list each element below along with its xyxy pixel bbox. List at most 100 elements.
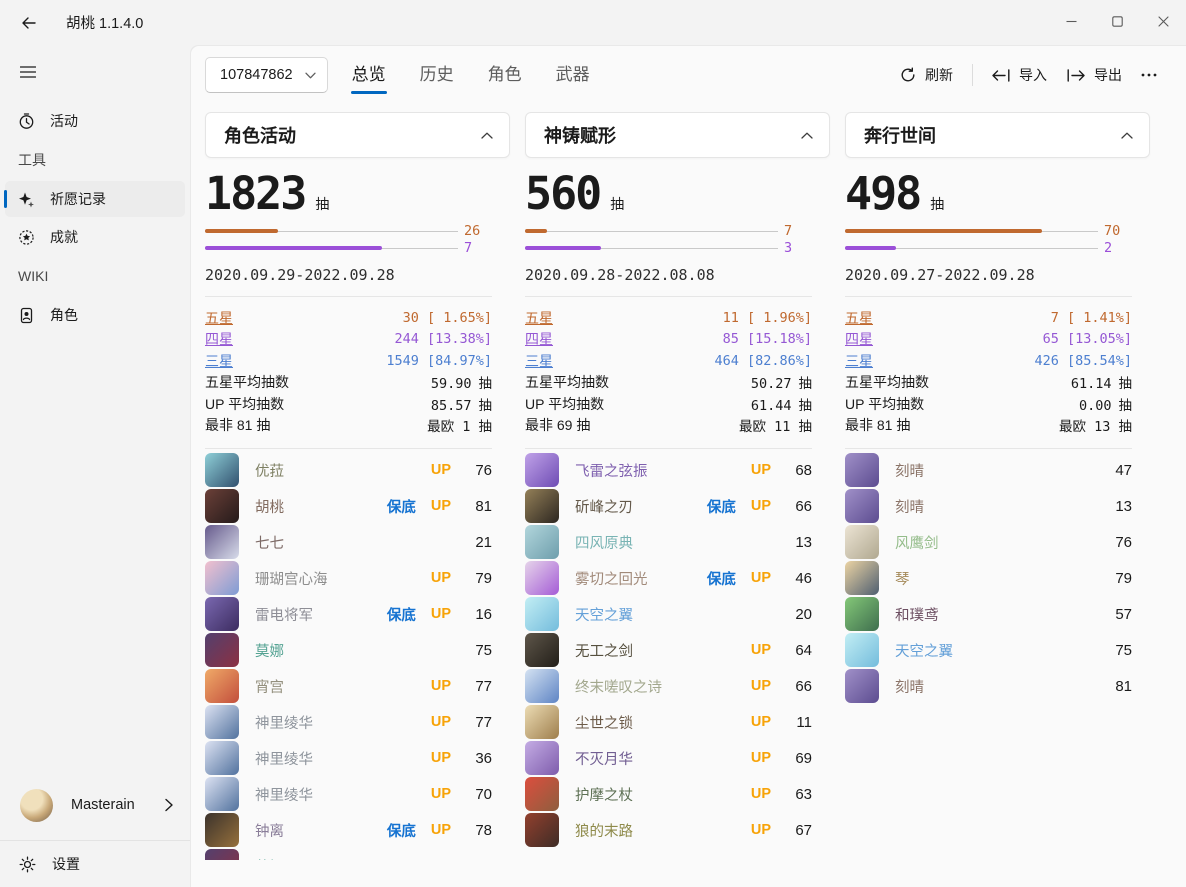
stat-label[interactable]: 三星 bbox=[525, 351, 553, 371]
sidebar-item-character[interactable]: 角色 bbox=[5, 297, 185, 333]
refresh-icon bbox=[900, 67, 916, 83]
stat-label[interactable]: 五星 bbox=[525, 308, 553, 328]
item-pity-value: 36 bbox=[465, 750, 492, 767]
pull-row: 胡桃 保底 UP 81 bbox=[205, 488, 492, 524]
gauge-value: 3 bbox=[784, 240, 812, 257]
item-name: 优菈 bbox=[255, 460, 284, 481]
ellipsis-icon bbox=[1141, 73, 1157, 77]
pull-row: 护摩之杖 UP 63 bbox=[525, 776, 812, 812]
stat-unit: 抽 bbox=[479, 372, 493, 392]
total-pulls-value: 560 bbox=[525, 167, 600, 220]
tab-characters[interactable]: 角色 bbox=[486, 52, 524, 99]
stat-label[interactable]: 三星 bbox=[845, 351, 873, 371]
import-button[interactable]: 导入 bbox=[982, 58, 1057, 92]
maximize-icon bbox=[1112, 16, 1123, 27]
item-avatar bbox=[205, 813, 239, 847]
up-badge: UP bbox=[431, 714, 451, 730]
item-pity-value: 75 bbox=[1105, 642, 1132, 659]
banner-expander-header[interactable]: 奔行世间 bbox=[845, 112, 1150, 158]
up-badge: UP bbox=[751, 750, 771, 766]
banner-body: 1823 抽 26 7 2020.09.29-2022.09.28 五星 30 … bbox=[205, 167, 510, 860]
item-avatar bbox=[205, 525, 239, 559]
stat-label[interactable]: 四星 bbox=[525, 329, 553, 349]
tab-overview[interactable]: 总览 bbox=[350, 52, 388, 99]
stat-label[interactable]: 四星 bbox=[205, 329, 233, 349]
banner-expander-header[interactable]: 神铸赋形 bbox=[525, 112, 830, 158]
stats-list: 五星 11 [ 1.96%] 四星 85 [15.18%] 三星 464 [82… bbox=[525, 297, 812, 448]
uid-select[interactable]: 107847862 bbox=[205, 57, 328, 93]
stat-row: UP 平均抽数 0.00 抽 bbox=[845, 393, 1132, 415]
stat-value: 244 [13.38%] bbox=[394, 331, 492, 347]
minimize-button[interactable] bbox=[1048, 0, 1094, 42]
tab-weapons[interactable]: 武器 bbox=[554, 52, 592, 99]
stat-label: UP 平均抽数 bbox=[525, 394, 604, 414]
item-avatar bbox=[845, 453, 879, 487]
gauge-value: 7 bbox=[464, 240, 492, 257]
item-pity-value: 68 bbox=[785, 462, 812, 479]
maximize-button[interactable] bbox=[1094, 0, 1140, 42]
stat-label: 五星平均抽数 bbox=[205, 372, 289, 392]
total-pulls-value: 498 bbox=[845, 167, 920, 220]
stat-row: 五星平均抽数 50.27 抽 bbox=[525, 372, 812, 394]
item-pity-value: 79 bbox=[465, 570, 492, 587]
item-name: 刻晴 bbox=[895, 496, 924, 517]
sidebar-item-activity[interactable]: 活动 bbox=[5, 103, 185, 139]
pull-row: 雾切之回光 保底 UP 46 bbox=[525, 560, 812, 596]
user-account-button[interactable]: Masterain bbox=[0, 770, 190, 840]
hamburger-button[interactable] bbox=[9, 55, 47, 89]
stat-value: 1549 [84.97%] bbox=[386, 353, 492, 369]
stat-label[interactable]: 三星 bbox=[205, 351, 233, 371]
banner-column: 神铸赋形 560 抽 7 3 2020.09.28-2022.08.08 五星 … bbox=[525, 112, 830, 860]
item-name: 神里绫华 bbox=[255, 712, 313, 733]
stats-list: 五星 30 [ 1.65%] 四星 244 [13.38%] 三星 1549 [… bbox=[205, 297, 492, 448]
up-badge: UP bbox=[751, 714, 771, 730]
pity-gauge: 3 bbox=[525, 240, 812, 257]
back-button[interactable] bbox=[12, 7, 46, 39]
pull-row: 雷电将军 保底 UP 16 bbox=[205, 596, 492, 632]
chevron-up-icon bbox=[1121, 132, 1133, 139]
item-avatar bbox=[525, 561, 559, 595]
refresh-button[interactable]: 刷新 bbox=[890, 58, 963, 92]
stat-value: 65 [13.05%] bbox=[1043, 331, 1132, 347]
item-avatar bbox=[205, 489, 239, 523]
item-pity-value: 70 bbox=[465, 786, 492, 803]
sidebar-item-wish-record[interactable]: 祈愿记录 bbox=[5, 181, 185, 217]
stat-label[interactable]: 五星 bbox=[205, 308, 233, 328]
more-button[interactable] bbox=[1132, 66, 1166, 84]
item-avatar bbox=[525, 597, 559, 631]
pull-row: 四风原典 13 bbox=[525, 524, 812, 560]
close-icon bbox=[1158, 16, 1169, 27]
item-pity-value: 63 bbox=[785, 786, 812, 803]
up-badge: UP bbox=[751, 786, 771, 802]
pity-gauge: 7 bbox=[205, 240, 492, 257]
sidebar-bottom: Masterain 设置 bbox=[0, 770, 190, 887]
item-avatar bbox=[205, 705, 239, 739]
pull-row: 尘世之锁 UP 11 bbox=[525, 704, 812, 740]
stat-label[interactable]: 四星 bbox=[845, 329, 873, 349]
pull-row: 莫娜 77 bbox=[205, 848, 492, 860]
close-button[interactable] bbox=[1140, 0, 1186, 42]
item-pity-value: 77 bbox=[465, 858, 492, 861]
item-pity-value: 16 bbox=[465, 606, 492, 623]
stat-row: 五星平均抽数 61.14 抽 bbox=[845, 372, 1132, 394]
stat-unit: 抽 bbox=[479, 394, 493, 414]
character-card-icon bbox=[18, 307, 35, 324]
export-button[interactable]: 导出 bbox=[1057, 58, 1132, 92]
banner-title: 角色活动 bbox=[224, 122, 296, 148]
gauge-list: 7 3 bbox=[525, 223, 812, 257]
stat-value: 61.44 bbox=[751, 398, 792, 414]
pity-gauge: 70 bbox=[845, 223, 1132, 240]
banner-expander-header[interactable]: 角色活动 bbox=[205, 112, 510, 158]
sidebar-item-achievement[interactable]: 成就 bbox=[5, 219, 185, 255]
stat-row: UP 平均抽数 61.44 抽 bbox=[525, 393, 812, 415]
stat-unit: 抽 bbox=[1119, 394, 1133, 414]
sidebar-item-settings[interactable]: 设置 bbox=[0, 841, 190, 887]
app-title: 胡桃 1.1.4.0 bbox=[66, 12, 143, 33]
gauge-track bbox=[525, 231, 778, 232]
stat-row: UP 平均抽数 85.57 抽 bbox=[205, 393, 492, 415]
pity-gauge: 7 bbox=[525, 223, 812, 240]
up-badge: UP bbox=[431, 606, 451, 622]
tab-history[interactable]: 历史 bbox=[418, 52, 456, 99]
stat-label[interactable]: 五星 bbox=[845, 308, 873, 328]
import-label: 导入 bbox=[1019, 65, 1047, 85]
